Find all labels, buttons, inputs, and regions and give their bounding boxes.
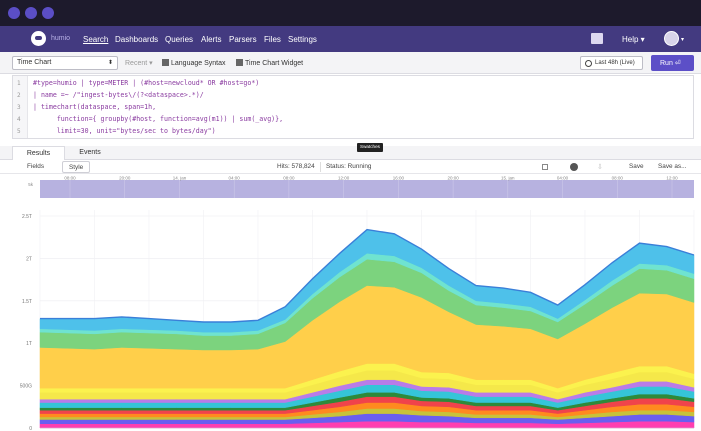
nav-item-dashboards[interactable]: Dashboards [115,35,158,44]
y-tick-label: 500G [20,384,32,390]
query-status: Status: Running [326,163,372,170]
overview-y-label: 5k [28,182,34,187]
top-navigation: humio Search Dashboards Queries Alerts P… [0,26,701,52]
y-tick-label: 0 [29,426,32,431]
language-syntax-link[interactable]: Language Syntax [162,59,226,67]
code-line: limit=30, unit="bytes/sec to bytes/day") [33,127,216,135]
line-number: 3 [17,104,21,111]
cancel-query-icon[interactable] [570,163,578,171]
humio-logo-icon[interactable] [31,31,46,46]
overview-tick-label: 15. jan [501,176,515,181]
language-syntax-label: Language Syntax [171,60,226,67]
time-range-button[interactable]: Last 48h (Live) [580,56,643,70]
results-bar: Fields Style Hits: 578,824 Status: Runni… [0,160,701,174]
code-line: | name =~ /"ingest-bytes\/(?<dataspace>.… [33,91,204,99]
app-window: humio Search Dashboards Queries Alerts P… [0,0,701,431]
fullscreen-icon[interactable] [542,164,548,170]
gift-icon[interactable] [591,33,603,44]
overview-tick-label: 20:00 [447,176,459,181]
overview-tick-label: 08:00 [283,176,295,181]
timechart[interactable]: 5k 08:00 20:00 14. jan 04:00 08:00 12:00 16:00… [0,174,701,431]
nav-item-alerts[interactable]: Alerts [201,35,221,44]
result-tabs: Results Events [0,146,701,160]
tab-results[interactable]: Results [12,146,65,160]
style-toggle[interactable]: Style [62,161,91,173]
overview-tick-label: 04:00 [229,176,241,181]
overview-tick-label: 04:00 [557,176,569,181]
line-number: 5 [17,128,21,135]
nav-item-search[interactable]: Search [83,35,108,44]
overview-tick-label: 16:00 [393,176,405,181]
code-line: #type=humio | type=METER | (#host=newclo… [33,79,260,87]
overview-tick-label: 08:00 [612,176,624,181]
y-tick-label: 2.5T [22,214,32,220]
y-tick-label: 2T [26,256,32,262]
user-avatar[interactable] [664,31,679,46]
save-button[interactable]: Save [629,163,644,170]
window-maximize-dot[interactable] [42,7,54,19]
code-line: | timechart(dataspace, span=1h, [33,103,157,111]
y-axis-labels: 0 500G 1T 1.5T 2T 2.5T [20,214,32,431]
brand-name: humio [51,35,71,42]
nav-item-parsers[interactable]: Parsers [229,35,257,44]
document-icon [162,59,169,66]
time-overview[interactable]: 5k 08:00 20:00 14. jan 04:00 08:00 12:00 16:00… [28,176,694,199]
editor-gutter: 1 2 3 4 5 [13,76,28,138]
y-tick-label: 1.5T [22,299,32,305]
overview-tick-label: 14. jan [173,176,187,181]
nav-item-settings[interactable]: Settings [288,35,317,44]
line-number: 4 [17,116,21,123]
line-number: 2 [17,92,21,99]
query-editor[interactable]: 1 2 3 4 5 #type=humio | type=METER | (#h… [12,75,694,139]
overview-tick-label: 12:00 [338,176,350,181]
widget-type-value: Time Chart [17,59,52,66]
time-chart-widget-link[interactable]: Time Chart Widget [236,59,303,67]
y-tick-label: 1T [26,341,32,347]
save-as-button[interactable]: Save as... [658,163,686,170]
chevron-updown-icon: ⬍ [107,60,113,66]
widget-type-select[interactable]: Time Chart ⬍ [12,56,118,70]
swatches-tooltip: Swatches [357,143,383,152]
hits-count: Hits: 578,824 [277,163,315,170]
window-minimize-dot[interactable] [25,7,37,19]
tab-events[interactable]: Events [68,146,112,160]
document-icon [236,59,243,66]
time-range-label: Last 48h (Live) [595,60,635,66]
nav-item-queries[interactable]: Queries [165,35,193,44]
fields-toggle[interactable]: Fields [21,161,50,173]
recent-queries-menu[interactable]: Recent ▾ [125,59,153,67]
divider [320,162,321,172]
overview-tick-label: 20:00 [119,176,131,181]
run-button[interactable]: Run ⏎ [651,55,694,71]
overview-area [40,180,694,198]
overview-tick-label: 12:00 [666,176,678,181]
code-line: function={ groupby(#host, function=avg(m… [33,115,284,123]
query-toolbar: Time Chart ⬍ Recent ▾ Language Syntax Ti… [0,52,701,74]
nav-item-files[interactable]: Files [264,35,281,44]
line-number: 1 [17,80,21,87]
time-chart-widget-label: Time Chart Widget [245,60,304,67]
window-close-dot[interactable] [8,7,20,19]
window-titlebar [0,0,701,26]
stacked-areas [39,228,695,429]
help-menu[interactable]: Help ▾ [622,35,645,44]
clock-icon [585,60,592,67]
overview-tick-label: 08:00 [64,176,76,181]
chevron-down-icon[interactable]: ▾ [681,36,684,43]
download-icon[interactable]: ⇩ [597,163,603,171]
